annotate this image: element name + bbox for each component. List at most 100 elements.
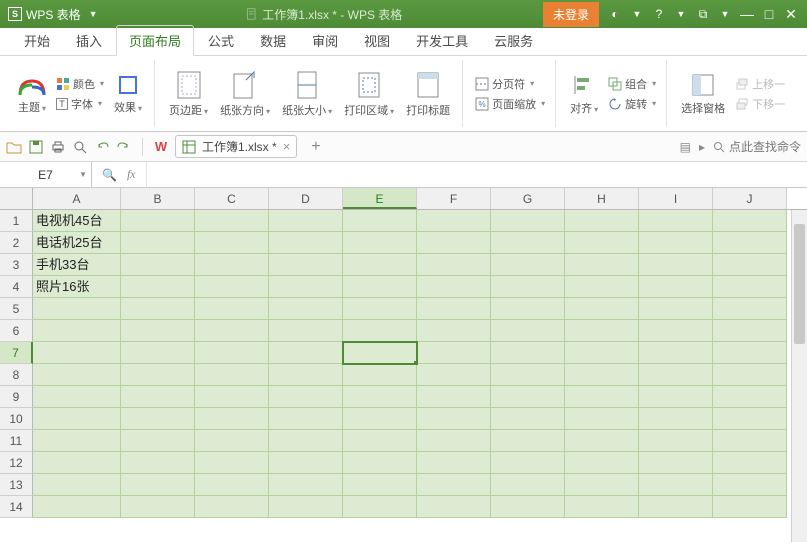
cell-C7[interactable]: [195, 342, 269, 364]
cell-B14[interactable]: [121, 496, 195, 518]
cell-C6[interactable]: [195, 320, 269, 342]
cell-J11[interactable]: [713, 430, 787, 452]
cell-C2[interactable]: [195, 232, 269, 254]
cell-D4[interactable]: [269, 276, 343, 298]
pagescale-button[interactable]: %页面缩放▾: [471, 95, 549, 113]
col-header-H[interactable]: H: [565, 188, 639, 209]
ribbon-dropdown[interactable]: ▼: [715, 9, 735, 19]
row-header-12[interactable]: 12: [0, 452, 33, 474]
cell-F11[interactable]: [417, 430, 491, 452]
cell-H14[interactable]: [565, 496, 639, 518]
cell-H4[interactable]: [565, 276, 639, 298]
cell-F4[interactable]: [417, 276, 491, 298]
cell-H13[interactable]: [565, 474, 639, 496]
cell-D10[interactable]: [269, 408, 343, 430]
menu-pagelayout[interactable]: 页面布局: [116, 25, 194, 56]
qat-preview-icon[interactable]: [72, 139, 88, 155]
cell-A5[interactable]: [33, 298, 121, 320]
cell-F6[interactable]: [417, 320, 491, 342]
cell-I12[interactable]: [639, 452, 713, 474]
cell-H11[interactable]: [565, 430, 639, 452]
qat-list-icon[interactable]: ▤: [680, 140, 691, 154]
cell-J13[interactable]: [713, 474, 787, 496]
cell-G1[interactable]: [491, 210, 565, 232]
cell-B6[interactable]: [121, 320, 195, 342]
cell-A12[interactable]: [33, 452, 121, 474]
cell-G8[interactable]: [491, 364, 565, 386]
printtitles-button[interactable]: 打印标题: [400, 68, 456, 120]
cell-A1[interactable]: 电视机45台: [33, 210, 121, 232]
cell-J7[interactable]: [713, 342, 787, 364]
cell-D13[interactable]: [269, 474, 343, 496]
app-logo[interactable]: S WPS 表格 ▼: [0, 0, 106, 28]
fx-icon[interactable]: fx: [127, 167, 136, 182]
theme-button[interactable]: 主题▾: [12, 71, 52, 117]
align-button[interactable]: 对齐▾: [564, 70, 604, 118]
row-header-8[interactable]: 8: [0, 364, 33, 386]
cell-D2[interactable]: [269, 232, 343, 254]
tab-close-button[interactable]: ×: [283, 139, 291, 154]
cell-G3[interactable]: [491, 254, 565, 276]
cell-B12[interactable]: [121, 452, 195, 474]
menu-cloud[interactable]: 云服务: [482, 26, 545, 55]
cell-J9[interactable]: [713, 386, 787, 408]
cell-C8[interactable]: [195, 364, 269, 386]
cell-E13[interactable]: [343, 474, 417, 496]
row-header-1[interactable]: 1: [0, 210, 33, 232]
cell-H12[interactable]: [565, 452, 639, 474]
row-header-10[interactable]: 10: [0, 408, 33, 430]
cell-F1[interactable]: [417, 210, 491, 232]
formula-input[interactable]: [147, 162, 807, 187]
fx-search-icon[interactable]: 🔍: [102, 168, 117, 182]
cell-I6[interactable]: [639, 320, 713, 342]
cell-H10[interactable]: [565, 408, 639, 430]
ribbon-toggle-icon[interactable]: ⧉: [693, 7, 713, 22]
cell-I8[interactable]: [639, 364, 713, 386]
cell-H5[interactable]: [565, 298, 639, 320]
cell-F2[interactable]: [417, 232, 491, 254]
cell-D9[interactable]: [269, 386, 343, 408]
row-header-4[interactable]: 4: [0, 276, 33, 298]
vertical-scrollbar[interactable]: [791, 210, 807, 542]
menu-data[interactable]: 数据: [248, 26, 298, 55]
cell-J6[interactable]: [713, 320, 787, 342]
cell-I2[interactable]: [639, 232, 713, 254]
cell-A14[interactable]: [33, 496, 121, 518]
cell-D1[interactable]: [269, 210, 343, 232]
effect-button[interactable]: 效果▾: [108, 71, 148, 117]
cell-B9[interactable]: [121, 386, 195, 408]
cell-F3[interactable]: [417, 254, 491, 276]
cell-D5[interactable]: [269, 298, 343, 320]
cell-J1[interactable]: [713, 210, 787, 232]
group-button[interactable]: 组合▾: [604, 75, 660, 93]
cell-J12[interactable]: [713, 452, 787, 474]
cell-J14[interactable]: [713, 496, 787, 518]
cell-A7[interactable]: [33, 342, 121, 364]
cell-H8[interactable]: [565, 364, 639, 386]
scrollbar-thumb[interactable]: [794, 224, 805, 344]
help-button[interactable]: ?: [649, 7, 669, 21]
row-header-13[interactable]: 13: [0, 474, 33, 496]
cell-F9[interactable]: [417, 386, 491, 408]
cell-E5[interactable]: [343, 298, 417, 320]
cell-E8[interactable]: [343, 364, 417, 386]
cell-F7[interactable]: [417, 342, 491, 364]
size-button[interactable]: 纸张大小▾: [276, 68, 338, 120]
rotate-button[interactable]: 旋转▾: [604, 95, 660, 113]
namebox-dropdown-icon[interactable]: ▼: [79, 170, 87, 179]
row-header-11[interactable]: 11: [0, 430, 33, 452]
cell-C5[interactable]: [195, 298, 269, 320]
wps-red-icon[interactable]: W: [153, 139, 169, 155]
menu-review[interactable]: 审阅: [300, 26, 350, 55]
movedown-button[interactable]: 下移一: [731, 95, 789, 113]
cell-I10[interactable]: [639, 408, 713, 430]
col-header-F[interactable]: F: [417, 188, 491, 209]
cell-E4[interactable]: [343, 276, 417, 298]
cell-E7[interactable]: [343, 342, 417, 364]
col-header-D[interactable]: D: [269, 188, 343, 209]
cell-B5[interactable]: [121, 298, 195, 320]
skin-dropdown[interactable]: ▼: [627, 9, 647, 19]
printarea-button[interactable]: 打印区域▾: [338, 68, 400, 120]
orientation-button[interactable]: 纸张方向▾: [214, 68, 276, 120]
cell-H6[interactable]: [565, 320, 639, 342]
